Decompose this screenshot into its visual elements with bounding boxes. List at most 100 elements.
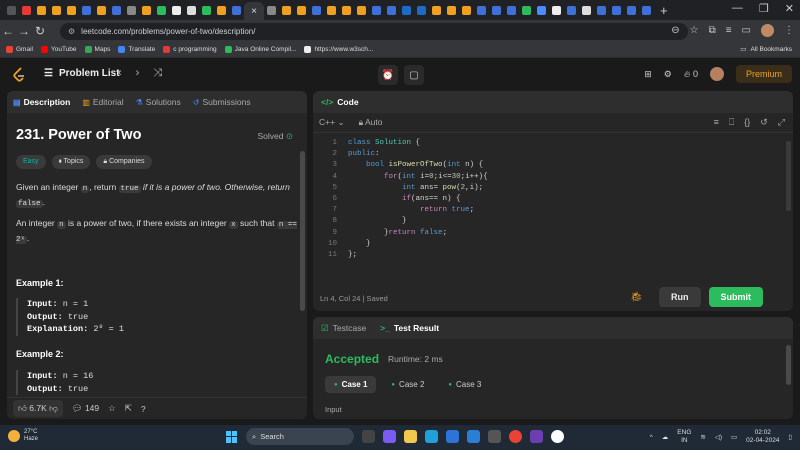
browser-tab[interactable] [579,3,594,17]
next-problem-icon[interactable]: › [136,67,140,80]
problem-list-button[interactable]: ☰ Problem List [44,68,120,79]
streak-counter[interactable]: 🔥︎ 0 [684,69,698,80]
app-icon[interactable] [488,430,501,443]
browser-tab[interactable] [109,3,124,17]
language-select[interactable]: C++ ⌄ [319,117,345,128]
topics-chip[interactable]: ⬧ Topics [51,155,91,169]
browser-tab[interactable] [354,3,369,17]
leetcode-logo-icon[interactable] [12,67,26,83]
star-icon[interactable]: ☆ [690,25,699,36]
reload-icon[interactable]: ↻ [32,24,48,38]
browser-tab[interactable] [369,3,384,17]
browser-tab[interactable] [594,3,609,17]
browser-tab-active[interactable]: × [244,2,264,20]
menu-list-icon[interactable]: ≡ [726,25,732,36]
case-tab[interactable]: ● Case 1 [325,376,377,393]
notes-icon[interactable]: ▢ [404,65,424,85]
taskbar-search[interactable]: ⌕ Search [246,428,354,445]
user-avatar[interactable] [709,67,724,81]
browser-tab[interactable] [199,3,214,17]
chrome-icon[interactable] [509,430,522,443]
browser-tab[interactable] [459,3,474,17]
windows-start-icon[interactable] [226,430,238,443]
favorite-star-icon[interactable]: ☆ [108,403,116,414]
layout-icon[interactable]: ⊞ [644,69,652,80]
browser-tab[interactable] [504,3,519,17]
bookmark-translate[interactable]: Translate [118,46,155,53]
bookmark-maps[interactable]: Maps [84,46,110,53]
browser-tab[interactable] [564,3,579,17]
extensions-icon[interactable]: ⧉ [709,25,716,36]
run-button[interactable]: Run [659,287,701,307]
browser-tab[interactable] [639,3,654,17]
description-scrollbar[interactable] [300,151,305,311]
browser-tab[interactable] [399,3,414,17]
browser-tab[interactable] [414,3,429,17]
store-icon[interactable] [446,430,459,443]
volume-icon[interactable]: ◁) [715,433,722,441]
browser-tab[interactable] [124,3,139,17]
weather-widget[interactable]: 27°C Haze [8,429,38,443]
browser-tab[interactable] [279,3,294,17]
reset-icon[interactable]: ↺ [760,117,768,128]
notification-icon[interactable]: ▯ [788,433,792,441]
browser-tab[interactable] [339,3,354,17]
zoom-icon[interactable]: ⊖ [671,25,679,36]
battery-icon[interactable]: ▭ [731,433,737,441]
edge-icon[interactable] [425,430,438,443]
format-icon[interactable]: ≡ [714,117,719,128]
profile-avatar[interactable] [761,24,774,37]
tab-editorial[interactable]: ▥ Editorial [82,97,123,107]
companies-chip[interactable]: 🔒︎ Companies [96,155,152,169]
shuffle-icon[interactable]: ⤨ [153,67,162,80]
browser-tab[interactable] [624,3,639,17]
wifi-icon[interactable]: ≋ [700,433,705,441]
browser-tab[interactable] [264,3,279,17]
bookmark-gmail[interactable]: Gmail [6,46,33,53]
close-window-icon[interactable]: ✕ [785,2,794,15]
tab-close-icon[interactable]: × [251,6,257,17]
browser-tab[interactable] [154,3,169,17]
clock[interactable]: 02:02 02-04-2024 [746,429,779,445]
more-menu-icon[interactable]: ⋮ [784,25,794,36]
browser-tab[interactable] [474,3,489,17]
site-info-icon[interactable]: ⚙ [68,27,75,36]
bookmark-w3schools[interactable]: https://www.w3sch... [304,46,373,53]
url-field[interactable]: ⚙ leetcode.com/problems/power-of-two/des… [60,23,688,40]
browser-tab[interactable] [429,3,444,17]
maximize-icon[interactable]: ❐ [759,2,769,15]
submit-button[interactable]: Submit [708,287,763,307]
task-view-icon[interactable] [362,430,375,443]
comments-button[interactable]: 💬︎ 149 [72,403,99,414]
bookmark-c-programming[interactable]: c programming [163,46,217,53]
thumbs-down-icon[interactable]: 👎︎ [49,403,58,413]
browser-tab[interactable] [64,3,79,17]
app-icon[interactable] [530,430,543,443]
premium-button[interactable]: Premium [735,65,792,83]
tab-solutions[interactable]: ⚗ Solutions [136,97,181,107]
bookmark-icon[interactable]: ⎕ [729,117,734,128]
browser-tab[interactable] [549,3,564,17]
bookmark-youtube[interactable]: YouTube [40,46,77,53]
like-button[interactable]: 👍︎ 6.7K 👎︎ [13,400,63,417]
browser-tab[interactable] [324,3,339,17]
browser-tab[interactable] [94,3,109,17]
browser-tab[interactable] [519,3,534,17]
case-tab[interactable]: ● Case 2 [382,376,433,393]
browser-tab[interactable] [4,3,19,17]
share-icon[interactable]: ⇱ [125,403,132,414]
browser-tab[interactable] [309,3,324,17]
browser-tab[interactable] [19,3,34,17]
tab-testcase[interactable]: ☑ Testcase [321,323,366,334]
browser-tab[interactable] [294,3,309,17]
timer-icon[interactable]: ⏰ [378,65,398,85]
prev-problem-icon[interactable]: ‹ [118,67,122,80]
tab-test-result[interactable]: >_ Test Result [380,323,439,333]
auto-mode-toggle[interactable]: 🔒︎ Auto [359,117,383,128]
code-editor[interactable]: 1 class Solution { 2 public: 3 bool isPowe… [313,139,793,262]
browser-tab[interactable] [444,3,459,17]
braces-icon[interactable]: {} [744,117,750,128]
browser-tab[interactable] [184,3,199,17]
browser-tab[interactable] [169,3,184,17]
browser-tab[interactable] [34,3,49,17]
